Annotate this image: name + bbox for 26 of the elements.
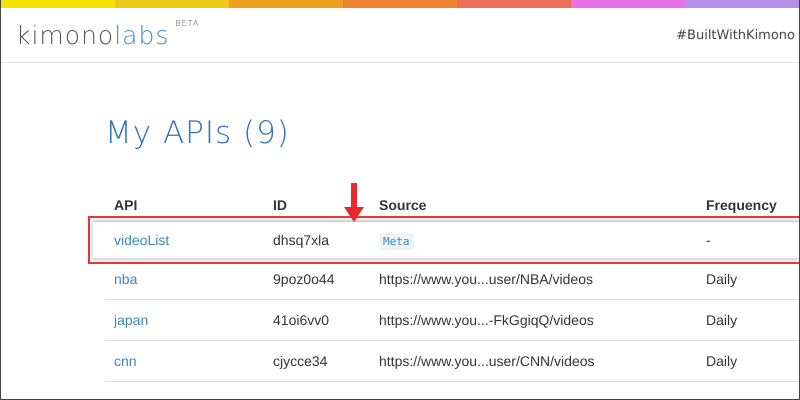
column-header: ID [273,197,288,213]
api-link[interactable]: japan [114,312,273,328]
table-cell-text: Daily [706,271,738,287]
api-link[interactable]: cnn [114,353,273,369]
page-title: My APIs (9) [105,115,291,151]
column-header: API [114,197,138,213]
table-cell-text: cjycce34 [273,353,328,369]
table-cell: https://www.you...-FkGgiqQ/videos [379,312,594,328]
down-arrow-icon [343,183,365,223]
column-header: Source [379,197,428,213]
table-cell-text: - [706,232,712,248]
api-link[interactable]: videoList [114,232,273,248]
table-cell-text: Daily [706,353,738,369]
table-cell-text: 9poz0o44 [273,271,336,287]
table-cell: https://www.you...user/NBA/videos [379,271,593,287]
api-link[interactable]: nba [114,271,273,287]
table-cell-text: Daily [706,312,738,328]
table-cell-text: 41oi6vv0 [273,312,330,328]
table-cell-text: dhsq7xla [273,232,330,248]
logo-text[interactable]: kimono [16,20,114,50]
column-header: Frequency [706,197,778,213]
table-cell: https://www.you...user/CNN/videos [379,353,595,369]
logo-text[interactable]: labs [114,20,170,50]
hashtag-link[interactable]: #BuiltWithKimono [676,28,795,42]
beta-label: BETA [175,18,200,28]
source-tag: Meta [379,233,414,250]
